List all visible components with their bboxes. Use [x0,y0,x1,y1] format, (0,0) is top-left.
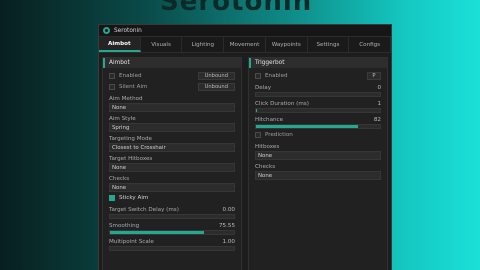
tab-movement[interactable]: Movement [224,37,266,52]
background-title: Serotonin [160,0,313,17]
smoothing-value: 75.55 [218,222,235,229]
smoothing-header: Smoothing 75.55 [109,221,235,230]
target-hitboxes-label: Target Hitboxes [109,155,153,162]
prediction-label: Prediction [265,131,293,138]
silent-aim-keybind[interactable]: Unbound [197,82,235,91]
sticky-aim-checkbox[interactable] [109,194,115,201]
triggerbot-panel-header: Triggerbot [249,58,387,68]
triggerbot-enabled-keybind[interactable]: P [367,71,381,80]
tab-aimbot[interactable]: Aimbot [99,37,141,52]
click-duration-fill [256,109,258,112]
aim-style-dropdown[interactable]: Spring [109,123,235,132]
target-switch-delay-slider[interactable] [109,214,235,219]
hitchance-value: 82 [373,116,381,123]
aimbot-panel: Aimbot Enabled Unbound Silent Aim Unboun… [102,57,242,270]
multipoint-scale-slider[interactable] [109,246,235,251]
tab-settings[interactable]: Settings [308,37,350,52]
aim-method-label: Aim Method [109,95,143,102]
aimbot-panel-header: Aimbot [103,58,241,68]
tab-waypoints[interactable]: Waypoints [266,37,308,52]
multipoint-scale-label: Multipoint Scale [109,238,154,245]
serotonin-logo-icon [103,27,110,34]
triggerbot-enabled-checkbox[interactable] [255,72,261,79]
target-hitboxes-dropdown[interactable]: None [109,163,235,172]
tab-lighting[interactable]: Lighting [182,37,225,52]
hitboxes-dropdown[interactable]: None [255,151,381,160]
aimbot-enabled-row: Enabled Unbound [109,70,235,81]
aim-style-label: Aim Style [109,115,136,122]
title-bar[interactable]: Serotonin [99,25,391,37]
click-duration-value: 1 [377,100,381,107]
aimbot-enabled-label: Enabled [119,72,142,79]
targeting-mode-label: Targeting Mode [109,135,152,142]
targeting-mode-dropdown[interactable]: Closest to Crosshair [109,143,235,152]
tab-visuals[interactable]: Visuals [141,37,183,52]
delay-slider[interactable] [255,92,381,97]
silent-aim-checkbox[interactable] [109,83,115,90]
triggerbot-checks-dropdown[interactable]: None [255,171,381,180]
triggerbot-panel: Triggerbot Enabled P Delay 0 Click Durat… [248,57,388,270]
window-title: Serotonin [114,27,142,34]
triggerbot-checks-label: Checks [255,163,276,170]
aim-method-dropdown[interactable]: None [109,103,235,112]
delay-value: 0 [377,84,381,91]
delay-header: Delay 0 [255,83,381,92]
hitchance-label: Hitchance [255,116,284,123]
hitchance-fill [256,125,358,128]
triggerbot-enabled-label: Enabled [265,72,288,79]
target-switch-delay-label: Target Switch Delay (ms) [109,206,179,213]
sticky-aim-row: Sticky Aim [109,192,235,203]
aimbot-checks-dropdown[interactable]: None [109,183,235,192]
triggerbot-enabled-row: Enabled P [255,70,381,81]
multipoint-scale-value: 1.00 [222,238,235,245]
smoothing-label: Smoothing [109,222,140,229]
smoothing-slider[interactable] [109,230,235,235]
aimbot-enabled-keybind[interactable]: Unbound [197,71,235,80]
silent-aim-label: Silent Aim [119,83,148,90]
delay-label: Delay [255,84,272,91]
prediction-row: Prediction [255,129,381,140]
aimbot-enabled-checkbox[interactable] [109,72,115,79]
target-switch-delay-header: Target Switch Delay (ms) 0.00 [109,205,235,214]
hitboxes-label: Hitboxes [255,143,280,150]
prediction-checkbox[interactable] [255,131,261,138]
click-duration-slider[interactable] [255,108,381,113]
tab-bar: Aimbot Visuals Lighting Movement Waypoin… [99,37,392,53]
click-duration-label: Click Duration (ms) [255,100,309,107]
sticky-aim-label: Sticky Aim [119,194,149,201]
click-duration-header: Click Duration (ms) 1 [255,99,381,108]
hitchance-slider[interactable] [255,124,381,129]
target-switch-delay-value: 0.00 [222,206,235,213]
aimbot-checks-label: Checks [109,175,130,182]
silent-aim-row: Silent Aim Unbound [109,81,235,92]
multipoint-scale-header: Multipoint Scale 1.00 [109,237,235,246]
tab-configs[interactable]: Configs [349,37,392,52]
hitchance-header: Hitchance 82 [255,115,381,124]
smoothing-fill [110,231,205,234]
serotonin-window: Serotonin Aimbot Visuals Lighting Moveme… [98,24,392,270]
